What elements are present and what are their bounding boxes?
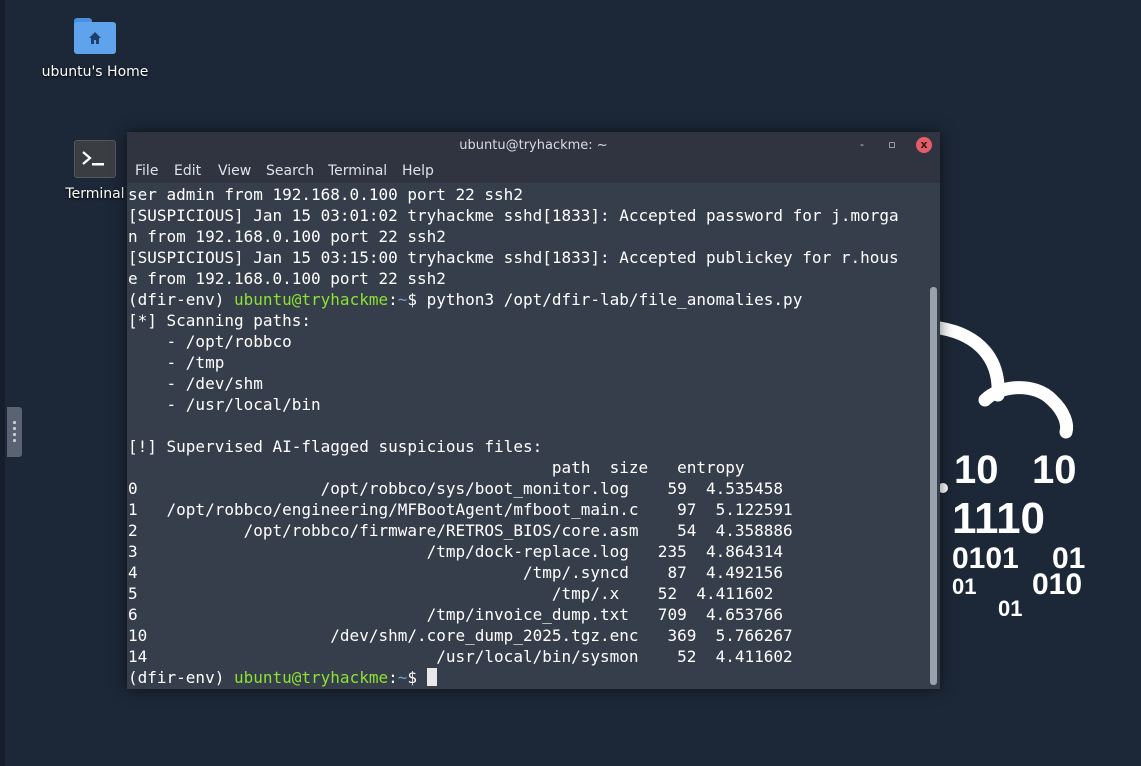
menu-file[interactable]: File: [135, 163, 158, 179]
table-row: 4 /tmp/.syncd 87 4.492156: [128, 563, 784, 582]
side-panel-handle[interactable]: [7, 407, 22, 457]
desktop-icon-terminal[interactable]: Terminal: [56, 138, 134, 202]
table-row: 1 /opt/robbco/engineering/MFBootAgent/mf…: [128, 500, 793, 519]
prompt-user: ubuntu@tryhackme: [233, 290, 389, 309]
log-line: [SUSPICIOUS] Jan 15 03:01:02 tryhackme s…: [128, 206, 899, 225]
menu-search[interactable]: Search: [266, 163, 314, 179]
desktop-left-edge: [0, 0, 5, 766]
command-text: python3 /opt/dfir-lab/file_anomalies.py: [426, 290, 803, 309]
desktop-icon-home[interactable]: ubuntu's Home: [40, 16, 150, 80]
table-row: 14 /usr/local/bin/sysmon 52 4.411602: [128, 647, 793, 666]
window-titlebar[interactable]: ubuntu@tryhackme: ~ - ▫ x: [127, 132, 940, 159]
binary-text: 1110: [952, 494, 1045, 543]
binary-text: 10: [1032, 448, 1077, 492]
prompt-path: ~: [397, 668, 408, 687]
command-line: (dfir-env) ubuntu@tryhackme:~$ python3 /…: [128, 289, 802, 310]
menu-edit[interactable]: Edit: [174, 163, 201, 179]
binary-text: 01: [998, 596, 1022, 621]
menu-terminal[interactable]: Terminal: [328, 163, 387, 179]
prompt-symbol: $: [407, 668, 427, 687]
close-button[interactable]: x: [916, 137, 932, 153]
log-line: ser admin from 192.168.0.100 port 22 ssh…: [128, 185, 523, 204]
output-line: [!] Supervised AI-flagged suspicious fil…: [128, 437, 543, 456]
menu-view[interactable]: View: [218, 163, 251, 179]
table-row: 3 /tmp/dock-replace.log 235 4.864314: [128, 542, 784, 561]
prompt-separator: :: [388, 668, 398, 687]
prompt-env: (dfir-env): [128, 668, 234, 687]
log-line: n from 192.168.0.100 port 22 ssh2: [128, 227, 446, 246]
menu-help[interactable]: Help: [402, 163, 434, 179]
output-line: - /usr/local/bin: [128, 395, 321, 414]
menu-bar: File Edit View Search Terminal Help: [127, 159, 940, 183]
output-line: - /dev/shm: [128, 374, 263, 393]
terminal-window[interactable]: ubuntu@tryhackme: ~ - ▫ x File Edit View…: [127, 132, 940, 689]
prompt-separator: :: [388, 290, 398, 309]
prompt-symbol: $: [407, 290, 427, 309]
home-folder-icon: [74, 16, 116, 56]
wallpaper-binary-cloud: 10 10 1110 0101 01 01 010 01: [940, 321, 1085, 621]
prompt-env: (dfir-env): [128, 290, 234, 309]
table-header: path size entropy: [128, 458, 745, 477]
text-cursor: [426, 668, 437, 686]
window-title: ubuntu@tryhackme: ~: [459, 138, 608, 153]
terminal-icon: [74, 140, 116, 178]
table-row: 0 /opt/robbco/sys/boot_monitor.log 59 4.…: [128, 479, 784, 498]
table-row: 5 /tmp/.x 52 4.411602: [128, 584, 774, 603]
table-row: 6 /tmp/invoice_dump.txt 709 4.653766: [128, 605, 784, 624]
desktop-icon-terminal-label: Terminal: [65, 186, 125, 202]
table-row: 2 /opt/robbco/firmware/RETROS_BIOS/core.…: [128, 521, 793, 540]
binary-text: 01: [952, 574, 976, 599]
log-line: e from 192.168.0.100 port 22 ssh2: [128, 269, 446, 288]
output-line: [*] Scanning paths:: [128, 311, 312, 330]
binary-text: 010: [1032, 568, 1082, 601]
output-line: - /opt/robbco: [128, 332, 292, 351]
table-row: 10 /dev/shm/.core_dump_2025.tgz.enc 369 …: [128, 626, 793, 645]
terminal-output[interactable]: ser admin from 192.168.0.100 port 22 ssh…: [127, 183, 927, 689]
minimize-button[interactable]: -: [854, 137, 870, 153]
output-line: - /tmp: [128, 353, 225, 372]
desktop-icon-home-label: ubuntu's Home: [41, 64, 149, 80]
prompt-path: ~: [397, 290, 408, 309]
prompt-line[interactable]: (dfir-env) ubuntu@tryhackme:~$: [128, 667, 437, 688]
binary-text: 10: [954, 448, 999, 492]
maximize-button[interactable]: ▫: [884, 137, 900, 153]
log-line: [SUSPICIOUS] Jan 15 03:15:00 tryhackme s…: [128, 248, 899, 267]
prompt-user: ubuntu@tryhackme: [233, 668, 389, 687]
binary-text: 0101: [952, 542, 1019, 575]
scrollbar-thumb[interactable]: [930, 287, 937, 685]
